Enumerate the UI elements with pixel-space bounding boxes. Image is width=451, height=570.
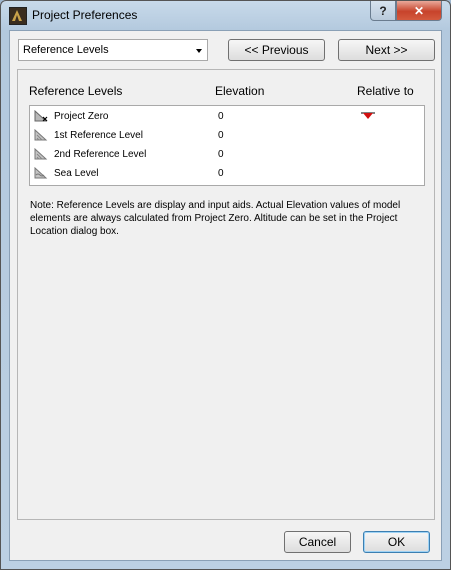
archicad-app-icon xyxy=(9,7,27,25)
level-name: Project Zero xyxy=(54,111,109,122)
level-elevation[interactable]: 0 xyxy=(218,149,224,160)
ok-button[interactable]: OK xyxy=(363,531,430,553)
relative-to-marker-icon[interactable] xyxy=(361,112,375,120)
level-elevation[interactable]: 0 xyxy=(218,111,224,122)
chevron-down-icon xyxy=(196,49,202,53)
level-name: 1st Reference Level xyxy=(54,130,143,141)
header-relative-to: Relative to xyxy=(357,84,414,98)
next-button[interactable]: Next >> xyxy=(338,39,435,61)
level-elevation[interactable]: 0 xyxy=(218,168,224,179)
cancel-button[interactable]: Cancel xyxy=(284,531,351,553)
sea-level-icon xyxy=(34,167,48,179)
list-item[interactable]: 1st Reference Level 0 xyxy=(30,126,424,145)
list-item[interactable]: 2nd Reference Level 0 xyxy=(30,145,424,164)
title-bar[interactable]: Project Preferences ? ✕ xyxy=(1,1,450,29)
help-button[interactable]: ? xyxy=(370,1,396,21)
window-title: Project Preferences xyxy=(32,8,138,22)
dialog-window: Project Preferences ? ✕ Reference Levels… xyxy=(0,0,451,570)
previous-button[interactable]: << Previous xyxy=(228,39,325,61)
level-name: Sea Level xyxy=(54,168,99,179)
level-elevation[interactable]: 0 xyxy=(218,130,224,141)
dialog-client-area: Reference Levels << Previous Next >> Ref… xyxy=(9,30,442,561)
category-dropdown-value: Reference Levels xyxy=(23,44,109,56)
project-zero-level-icon xyxy=(34,110,48,122)
reference-level-icon xyxy=(34,148,48,160)
category-dropdown[interactable]: Reference Levels xyxy=(18,39,208,61)
list-item[interactable]: Sea Level 0 xyxy=(30,164,424,183)
reference-levels-list: Project Zero 0 1st Reference Level 0 2nd… xyxy=(29,105,425,186)
level-name: 2nd Reference Level xyxy=(54,149,147,160)
header-reference-levels: Reference Levels xyxy=(29,84,123,98)
close-button[interactable]: ✕ xyxy=(396,1,442,21)
reference-level-icon xyxy=(34,129,48,141)
reference-levels-panel: Reference Levels Elevation Relative to P… xyxy=(17,69,435,520)
list-item[interactable]: Project Zero 0 xyxy=(30,107,424,126)
header-elevation: Elevation xyxy=(215,84,265,98)
reference-levels-note: Note: Reference Levels are display and i… xyxy=(30,200,401,237)
